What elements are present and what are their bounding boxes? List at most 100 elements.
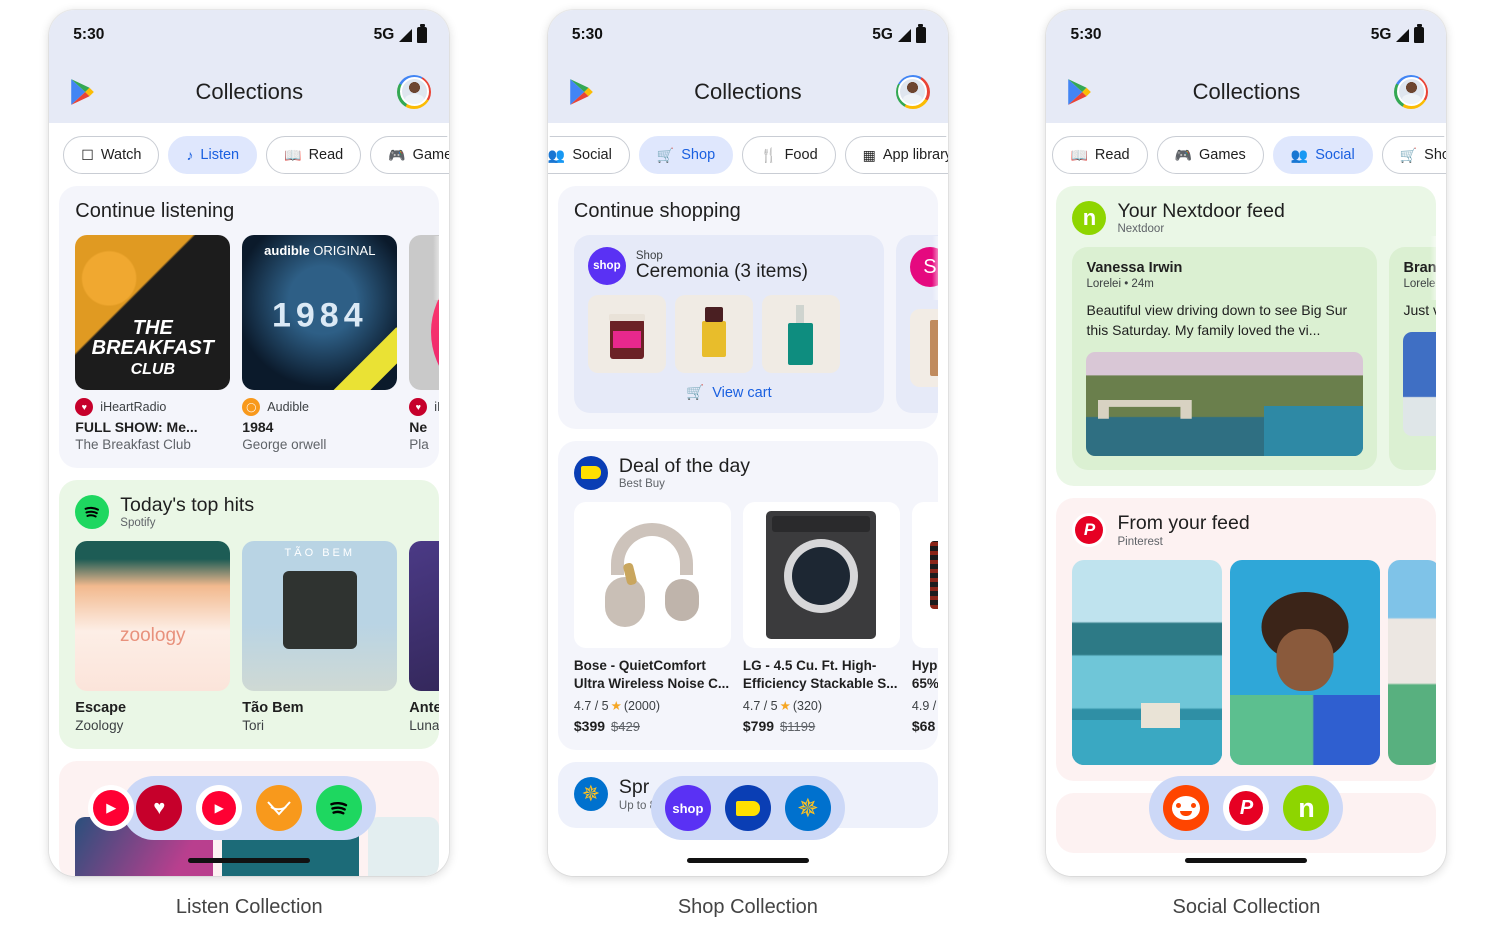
item-title: Ne [409,419,428,435]
walmart-icon: ✵ [573,777,608,812]
deal-products-row[interactable]: Bose - QuietComfort Ultra Wireless Noise… [573,502,938,734]
avatar[interactable] [895,74,930,109]
continue-shopping-card: Continue shopping shop Shop Ceremonia (3… [557,186,938,429]
audible-icon: ◯ [242,398,261,416]
battery-icon [417,24,428,43]
continue-listening-row[interactable]: THE BREAKFAST CLUB ♥ iHeartRadio FULL SHO… [75,235,440,452]
phone-listen: 5:30 5G Collections ☐ Watch ♪ Listen 📖 R… [49,10,450,876]
item-title: 1984 [242,419,274,435]
spotify-icon[interactable] [316,785,363,831]
product-thumb [674,295,753,373]
continue-listening-card: Continue listening THE BREAKFAST CLUB ♥ i… [59,186,440,468]
track-title: Escape [75,700,127,717]
nextdoor-card: n Your Nextdoor feed Nextdoor Vanessa Ir… [1056,186,1437,487]
cart-icon: 🛒 [656,147,675,163]
tab-read[interactable]: 📖 Read [1052,136,1148,174]
product-rating: 4.7 / 5 ★ (2000) [573,698,660,714]
content-scroll[interactable]: n Your Nextdoor feed Nextdoor Vanessa Ir… [1046,186,1446,853]
album-art: TÃO BEM [242,541,398,692]
feed-post[interactable]: Branc Lorelei Just v [1389,247,1437,471]
list-item[interactable]: THE BREAKFAST CLUB ♥ iHeartRadio FULL SHO… [75,235,231,452]
tab-watch[interactable]: ☐ Watch [63,136,160,174]
content-scroll[interactable]: Continue listening THE BREAKFAST CLUB ♥ i… [49,186,449,876]
list-item[interactable]: audible ORIGINAL 1984 ◯ Audible 1984 Geo… [242,235,398,452]
app-dock[interactable]: ▶ ♥ ▶ [88,776,377,840]
audible-icon[interactable] [256,785,303,831]
tab-label: Games [412,147,450,163]
tab-read[interactable]: 📖 Read [266,136,362,174]
avatar[interactable] [397,74,432,109]
tab-games[interactable]: 🎮 Games [1156,136,1264,174]
network-label: 5G [872,26,893,43]
app-bar: Collections [547,60,948,123]
post-meta: Lorelei • 24m [1086,278,1154,291]
nextdoor-icon[interactable]: n [1283,785,1330,831]
tab-listen[interactable]: ♪ Listen [168,136,258,174]
phone-caption: Social Collection [1172,896,1321,918]
product-thumb [587,295,666,373]
pin-image[interactable] [1388,559,1437,765]
product-card[interactable]: LG - 4.5 Cu. Ft. High-Efficiency Stackab… [742,502,900,734]
cart-item-card[interactable]: shop Shop Ceremonia (3 items) 🛒 View car… [573,235,884,413]
shop-icon[interactable]: shop [664,785,711,831]
app-dock[interactable]: P n [1149,776,1344,840]
card-app: Pinterest [1117,535,1163,548]
google-play-icon[interactable] [568,78,594,106]
battery-icon [915,24,926,43]
youtube-music-icon[interactable]: ▶ [88,785,135,831]
avatar[interactable] [1394,74,1429,109]
google-play-icon[interactable] [69,78,95,106]
phone-gallery: 5:30 5G Collections ☐ Watch ♪ Listen 📖 R… [0,0,1496,919]
tab-food[interactable]: 🍴 Food [742,136,836,174]
page-title: Collections [195,78,304,104]
youtube-music-icon[interactable]: ▶ [196,785,243,831]
product-image [573,502,731,649]
tab-shop[interactable]: 🛒 Shop [638,136,734,174]
feed-post[interactable]: Vanessa Irwin Lorelei • 24m Beautiful vi… [1072,247,1378,471]
phone-column-listen: 5:30 5G Collections ☐ Watch ♪ Listen 📖 R… [0,10,499,919]
tab-games[interactable]: 🎮 Games [370,136,450,174]
tab-social[interactable]: 👥 Social [1272,136,1373,174]
card-title: From your feed [1117,512,1250,535]
content-scroll[interactable]: Continue shopping shop Shop Ceremonia (3… [548,186,948,828]
album-art: THE BREAKFAST CLUB [75,235,231,390]
app-bar: Collections [49,60,450,123]
track-title: Antes [409,700,440,717]
tab-app-library[interactable]: ▦ App library [844,136,948,174]
product-card[interactable]: HyperX 65% C 4.9 / 5 ★ $68$9 [911,502,938,734]
tab-social[interactable]: 👥 Social [547,136,630,174]
music-note-icon: ♪ [186,147,194,163]
cart-icon: 🛒 [686,385,705,401]
home-indicator [188,858,311,863]
list-item[interactable]: TÃO BEM Tão Bem Tori [242,541,398,733]
walmart-icon[interactable]: ✵ [784,785,831,831]
gamepad-icon: 🎮 [388,147,406,163]
iheartradio-icon: ♥ [75,398,94,416]
cart-products [587,295,870,373]
pinterest-icon[interactable]: P [1223,785,1270,831]
list-item[interactable]: zoology Escape Zoology [75,541,231,734]
iheartradio-icon[interactable]: ♥ [136,785,183,831]
best-buy-icon[interactable] [724,785,771,831]
track-artist: Zoology [75,718,124,734]
reddit-icon[interactable] [1163,785,1210,831]
app-dock[interactable]: shop ✵ [650,776,845,840]
card-app: Nextdoor [1117,223,1165,236]
album-art: zoology [75,541,231,692]
pin-image[interactable] [1072,559,1223,765]
page-title: Collections [1192,78,1301,104]
tracks-row[interactable]: zoology Escape Zoology TÃO BEM Tão Bem T [75,541,440,734]
view-cart-label: View cart [712,384,772,401]
nextdoor-posts-row[interactable]: Vanessa Irwin Lorelei • 24m Beautiful vi… [1072,247,1437,471]
star-icon: ★ [779,699,791,714]
home-indicator [686,858,809,863]
status-time: 5:30 [1070,26,1102,43]
list-item[interactable]: Antes Lunaem [409,541,440,733]
product-card[interactable]: Bose - QuietComfort Ultra Wireless Noise… [573,502,731,734]
pin-image[interactable] [1230,559,1381,765]
tab-shop[interactable]: 🛒 Shop [1381,136,1447,174]
best-buy-icon [573,455,608,490]
google-play-icon[interactable] [1066,78,1092,106]
pinterest-row[interactable] [1072,559,1437,765]
view-cart-button[interactable]: 🛒 View cart [588,384,870,402]
